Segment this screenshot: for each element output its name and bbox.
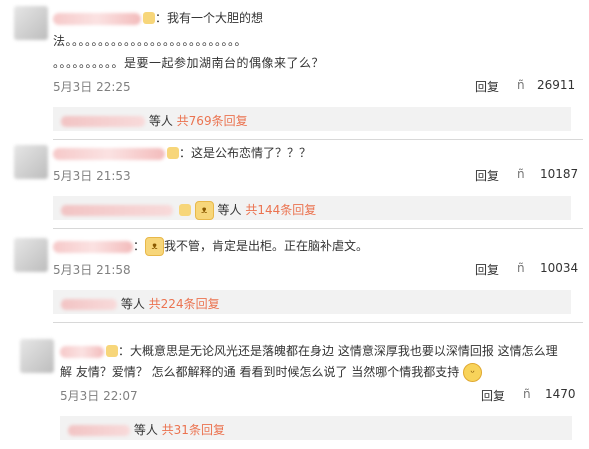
view-replies-link[interactable]: 共224条回复	[149, 297, 220, 311]
divider	[53, 139, 583, 140]
view-replies-link[interactable]: 共31条回复	[162, 423, 225, 437]
timestamp: 5月3日 22:25	[53, 80, 131, 94]
like-thumb-icon[interactable]: ñ	[517, 167, 525, 181]
avatar[interactable]	[14, 6, 48, 40]
like-thumb-icon[interactable]: ñ	[517, 78, 525, 92]
sub-replies-box: ᴥ 等人 共144条回复	[53, 196, 571, 220]
username[interactable]	[53, 147, 165, 160]
username[interactable]	[60, 345, 104, 358]
reply-usernames[interactable]	[61, 205, 173, 216]
reply-button[interactable]: 回复	[481, 387, 505, 404]
timestamp: 5月3日 21:53	[53, 169, 131, 183]
divider	[53, 322, 583, 323]
reply-button[interactable]: 回复	[475, 78, 499, 95]
like-count[interactable]: 26911	[537, 78, 575, 92]
member-badge-icon	[143, 11, 155, 24]
view-replies-link[interactable]: 共769条回复	[177, 114, 248, 128]
avatar[interactable]	[14, 145, 48, 179]
member-badge-icon	[167, 146, 179, 159]
sub-replies-box: 等人 共224条回复	[53, 290, 571, 314]
sub-replies-text: 等人	[120, 297, 145, 311]
sub-replies-box: 等人 共769条回复	[53, 107, 571, 131]
divider	[53, 228, 583, 229]
comment-text-line: 解 友情？爱情？ 怎么都解释的通 看看到时候怎么说了 当然哪个情我都支持 ᵕ	[60, 362, 483, 382]
sub-replies-text: 等人	[217, 203, 242, 217]
username[interactable]	[53, 240, 133, 253]
like-thumb-icon[interactable]: ñ	[523, 387, 531, 401]
member-badge-icon	[178, 203, 191, 216]
comment-text: ：我有一个大胆的想	[53, 8, 263, 28]
sub-replies-box: 等人 共31条回复	[60, 416, 572, 440]
sub-replies-text: 等人	[133, 423, 158, 437]
view-replies-link[interactable]: 共144条回复	[245, 203, 316, 217]
like-count[interactable]: 10187	[540, 167, 578, 181]
comment-text-line: 。。。。。。。。。。是要一起参加湖南台的偶像来了么？	[53, 56, 325, 70]
member-badge-icon	[106, 344, 118, 357]
reply-button[interactable]: 回复	[475, 167, 499, 184]
cat-emoji-icon: ᴥ	[145, 237, 165, 256]
comment-text-line: 法。。。。。。。。。。。。。。。。。。。。。。。。。。。	[53, 34, 248, 48]
reply-button[interactable]: 回复	[475, 261, 499, 278]
like-thumb-icon[interactable]: ñ	[517, 261, 525, 275]
like-count[interactable]: 10034	[540, 261, 578, 275]
comment-text: ：这是公布恋情了？？？	[53, 143, 311, 163]
like-count[interactable]: 1470	[545, 387, 576, 401]
reply-usernames[interactable]	[68, 425, 130, 436]
comment-text: ： ᴥ 我不管，肯定是出柜。正在脑补虐文。	[53, 236, 368, 256]
avatar[interactable]	[20, 339, 54, 373]
reply-usernames[interactable]	[61, 116, 145, 127]
timestamp: 5月3日 22:07	[60, 389, 138, 403]
reply-usernames[interactable]	[61, 299, 117, 310]
comment-text: ：大概意思是无论风光还是落魄都在身边 这情意深厚我也要以深情回报 这情怎么理	[60, 341, 558, 361]
username[interactable]	[53, 12, 141, 25]
grin-emoji-icon: ᵕ	[463, 363, 483, 382]
avatar[interactable]	[14, 238, 48, 272]
cat-emoji-icon: ᴥ	[194, 201, 214, 220]
sub-replies-text: 等人	[148, 114, 173, 128]
timestamp: 5月3日 21:58	[53, 263, 131, 277]
